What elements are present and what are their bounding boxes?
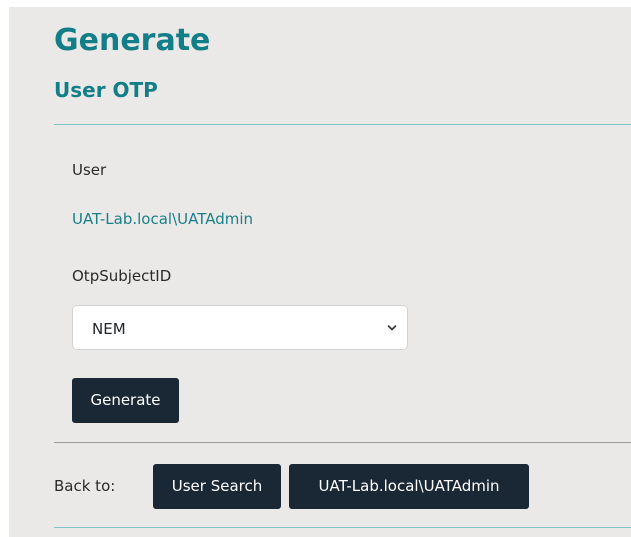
header-divider	[54, 124, 631, 125]
generate-button[interactable]: Generate	[72, 378, 179, 423]
otp-subject-select[interactable]: NEM	[72, 305, 408, 350]
otp-subject-label: OtpSubjectID	[72, 267, 172, 285]
content-panel: Generate User OTP User UAT-Lab.local\UAT…	[9, 7, 631, 537]
user-button[interactable]: UAT-Lab.local\UATAdmin	[289, 464, 529, 509]
user-link[interactable]: UAT-Lab.local\UATAdmin	[72, 209, 253, 229]
footer-divider	[54, 527, 631, 528]
form-divider	[54, 442, 631, 443]
page-title: Generate	[54, 23, 211, 58]
back-to-label: Back to:	[54, 477, 116, 495]
user-search-button[interactable]: User Search	[153, 464, 281, 509]
otp-subject-selected-value: NEM	[92, 320, 126, 338]
chevron-down-icon	[387, 325, 397, 331]
user-label: User	[72, 161, 107, 179]
page-subtitle: User OTP	[54, 78, 158, 102]
